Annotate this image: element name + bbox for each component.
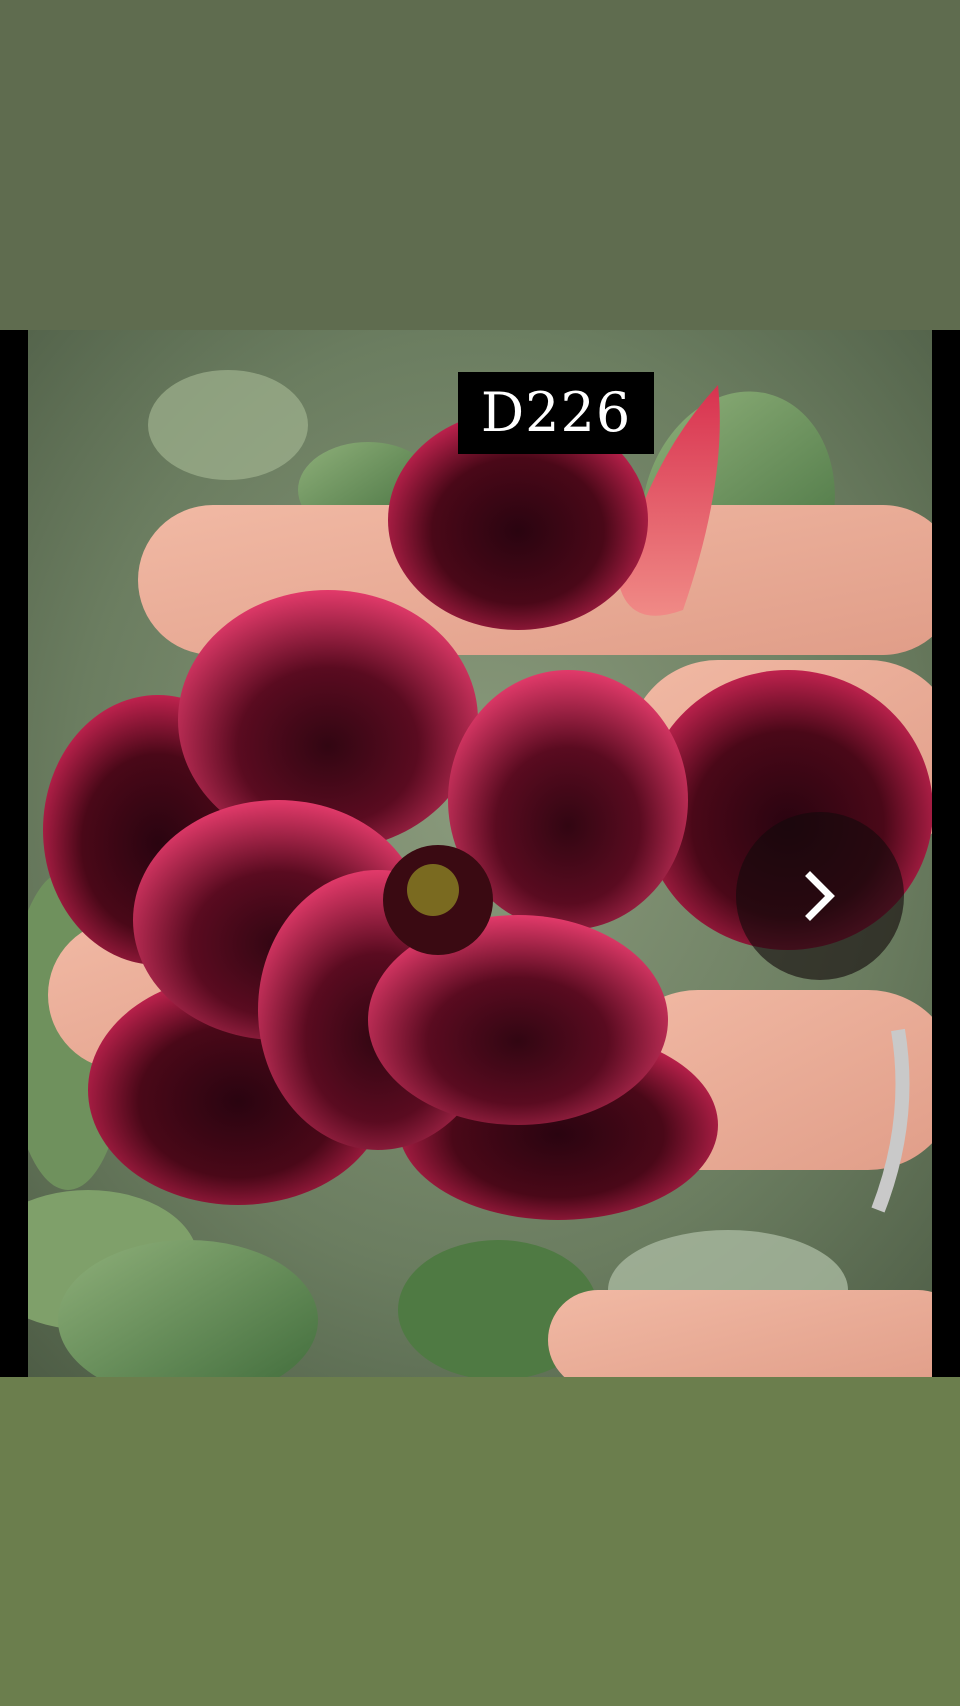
photo-viewer[interactable]: D226	[0, 330, 960, 1377]
photo-code-label: D226	[458, 372, 654, 454]
bottom-background-band	[0, 1377, 960, 1706]
flower-photo: D226	[28, 330, 932, 1377]
top-background-band	[0, 0, 960, 330]
next-photo-button[interactable]	[736, 812, 904, 980]
chevron-right-icon	[805, 871, 835, 921]
